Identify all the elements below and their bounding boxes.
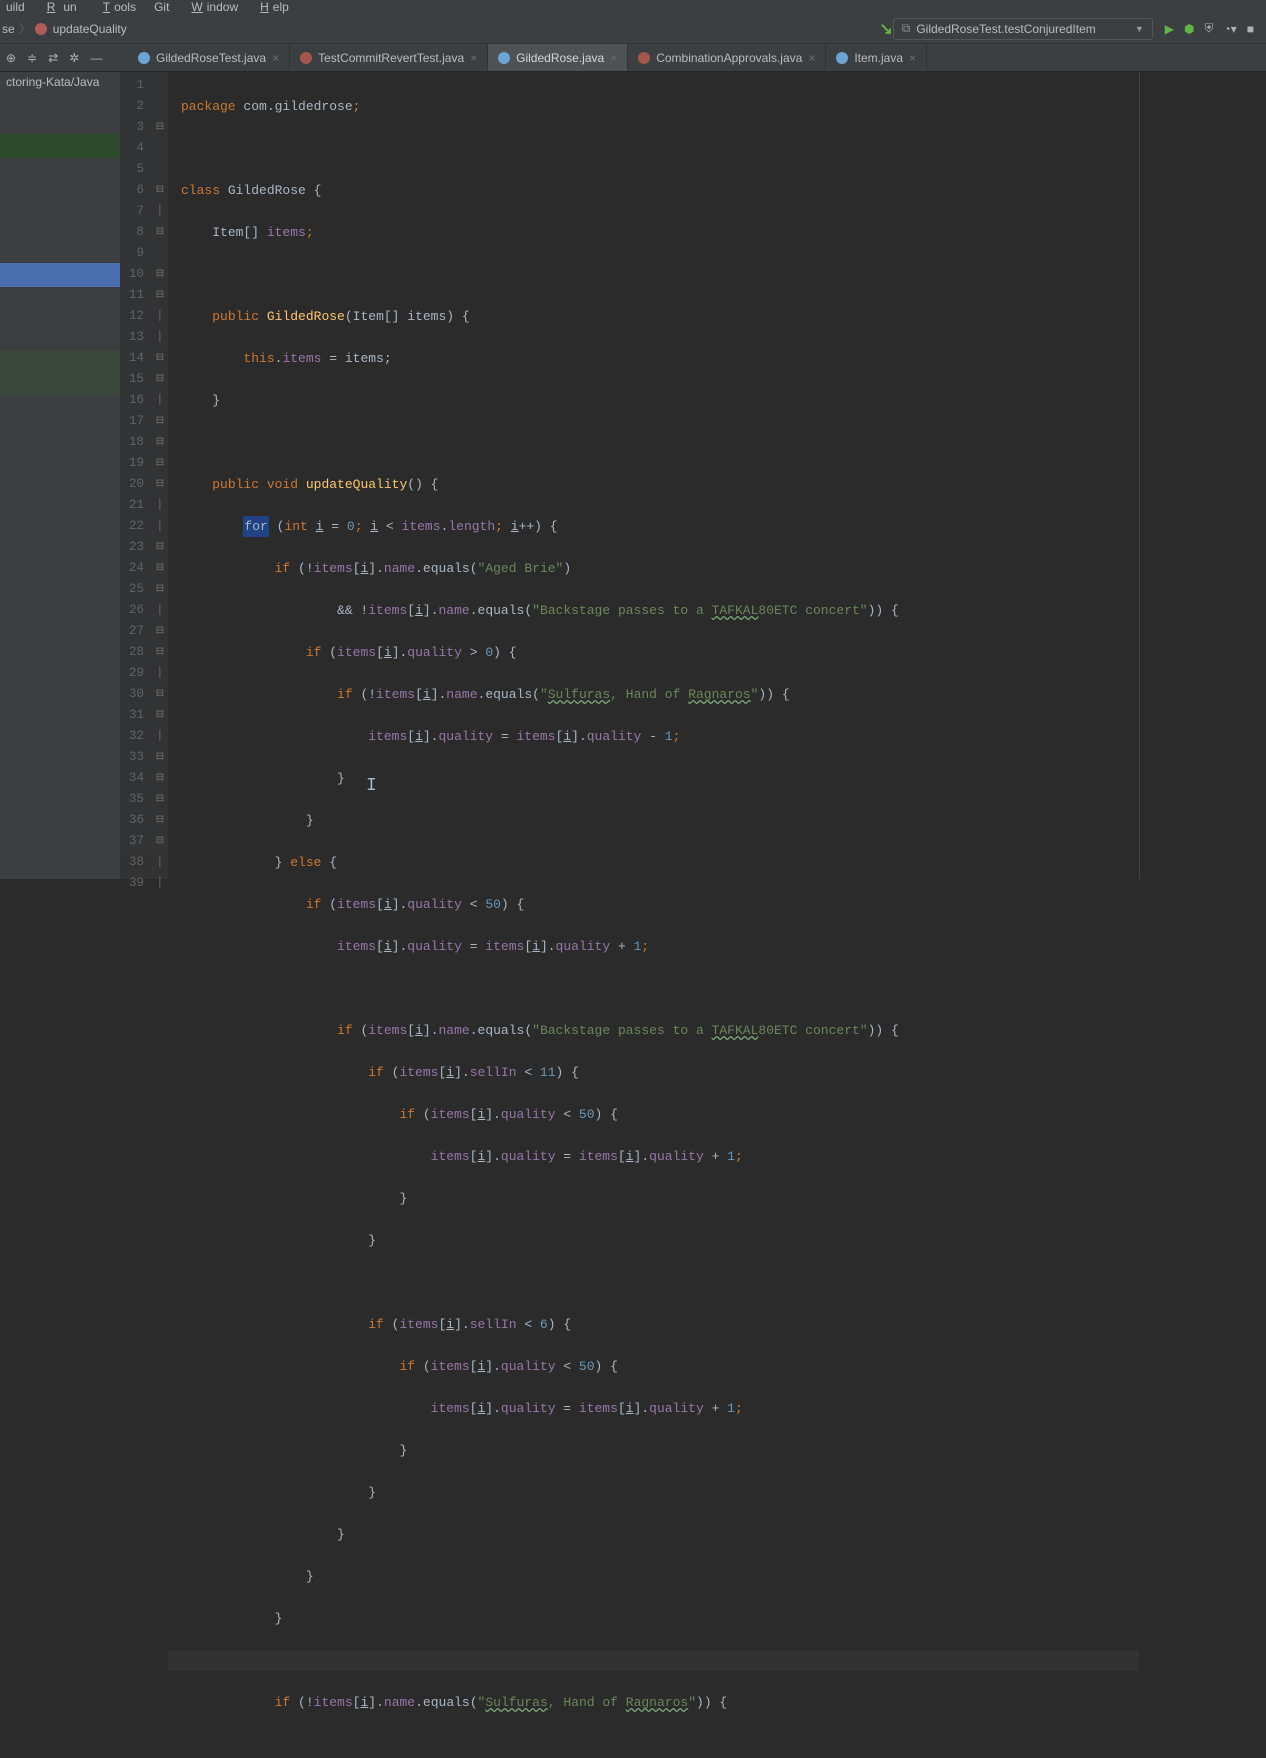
test-file-icon bbox=[300, 52, 312, 64]
project-tree[interactable]: ctoring-Kata/Java bbox=[0, 72, 120, 879]
menu-run[interactable]: Run bbox=[39, 0, 85, 14]
stop-icon[interactable]: ■ bbox=[1247, 22, 1254, 36]
tab-label: GildedRoseTest.java bbox=[156, 51, 266, 65]
tab-gildedrosetest[interactable]: GildedRoseTest.java × bbox=[128, 44, 290, 71]
tab-item[interactable]: Item.java × bbox=[826, 44, 927, 71]
close-icon[interactable]: × bbox=[808, 51, 815, 65]
tree-item[interactable] bbox=[0, 350, 120, 395]
coverage-icon[interactable]: ⛨ bbox=[1204, 21, 1213, 36]
fold-gutter[interactable]: ⊟⊟│⊟⊟⊟││⊟⊟│⊟⊟⊟⊟││⊟⊟⊟│⊟⊟│⊟⊟│⊟⊟⊟⊟⊟││ bbox=[152, 72, 168, 879]
minimize-icon[interactable]: — bbox=[90, 51, 102, 65]
close-icon[interactable]: × bbox=[470, 51, 477, 65]
tab-testcommitrevert[interactable]: TestCommitRevertTest.java × bbox=[290, 44, 488, 71]
java-file-icon bbox=[498, 52, 510, 64]
toolbar-row: ⊕ ≑ ⇄ ✲ — GildedRoseTest.java × TestCommi… bbox=[0, 44, 1266, 72]
select-opened-icon[interactable]: ⊕ bbox=[6, 51, 16, 65]
test-file-icon bbox=[638, 52, 650, 64]
editor-tabs: GildedRoseTest.java × TestCommitRevertTes… bbox=[128, 44, 927, 71]
menu-build[interactable]: uild bbox=[2, 0, 29, 14]
run-config-icon: ⧉ bbox=[902, 21, 911, 36]
breadcrumb-item[interactable]: updateQuality bbox=[53, 22, 127, 36]
menu-git[interactable]: Git bbox=[150, 0, 173, 14]
tab-label: Item.java bbox=[854, 51, 903, 65]
tab-combinationapprovals[interactable]: CombinationApprovals.java × bbox=[628, 44, 826, 71]
editor-margin bbox=[1140, 72, 1266, 879]
debug-icon[interactable]: ⬢ bbox=[1184, 22, 1194, 36]
navigation-bar: se 〉 updateQuality ↘ ⧉ GildedRoseTest.te… bbox=[0, 14, 1266, 44]
tab-gildedrose[interactable]: GildedRose.java × bbox=[488, 44, 628, 71]
run-configuration-label: GildedRoseTest.testConjuredItem bbox=[916, 22, 1095, 36]
flatten-icon[interactable]: ⇄ bbox=[48, 51, 58, 65]
tab-label: CombinationApprovals.java bbox=[656, 51, 802, 65]
close-icon[interactable]: × bbox=[272, 51, 279, 65]
profiler-icon[interactable]: ◔▾ bbox=[1223, 22, 1236, 36]
expand-all-icon[interactable]: ≑ bbox=[27, 51, 37, 65]
settings-icon[interactable]: ✲ bbox=[69, 51, 79, 65]
tab-label: TestCommitRevertTest.java bbox=[318, 51, 464, 65]
close-icon[interactable]: × bbox=[610, 51, 617, 65]
menu-help[interactable]: Help bbox=[252, 0, 293, 14]
text-cursor-icon: I bbox=[366, 776, 377, 797]
tab-label: GildedRose.java bbox=[516, 51, 604, 65]
method-icon bbox=[35, 23, 47, 35]
menu-tools[interactable]: Tools bbox=[95, 0, 140, 14]
menu-window[interactable]: Window bbox=[183, 0, 242, 14]
tree-item[interactable] bbox=[0, 134, 120, 158]
code-editor[interactable]: package com.gildedrose; class GildedRose… bbox=[168, 72, 1140, 879]
close-icon[interactable]: × bbox=[909, 51, 916, 65]
build-project-icon[interactable]: ↘ bbox=[879, 19, 892, 39]
chevron-down-icon: ▼ bbox=[1135, 24, 1144, 34]
breadcrumb-sep: 〉 bbox=[19, 20, 31, 37]
breadcrumbs[interactable]: se 〉 updateQuality bbox=[0, 20, 879, 37]
tree-path[interactable]: ctoring-Kata/Java bbox=[0, 72, 120, 92]
run-configuration-dropdown[interactable]: ⧉ GildedRoseTest.testConjuredItem ▼ bbox=[893, 18, 1153, 40]
run-icon[interactable]: ▶ bbox=[1165, 22, 1174, 36]
tree-item-selected[interactable] bbox=[0, 263, 120, 287]
line-number-gutter[interactable]: 1234567891011121314151617181920212223242… bbox=[120, 72, 152, 879]
java-file-icon bbox=[836, 52, 848, 64]
project-toolbar: ⊕ ≑ ⇄ ✲ — bbox=[0, 51, 120, 65]
java-file-icon bbox=[138, 52, 150, 64]
breadcrumb-item[interactable]: se bbox=[2, 22, 15, 36]
menu-bar[interactable]: uild Run Tools Git Window Help bbox=[0, 0, 1266, 14]
